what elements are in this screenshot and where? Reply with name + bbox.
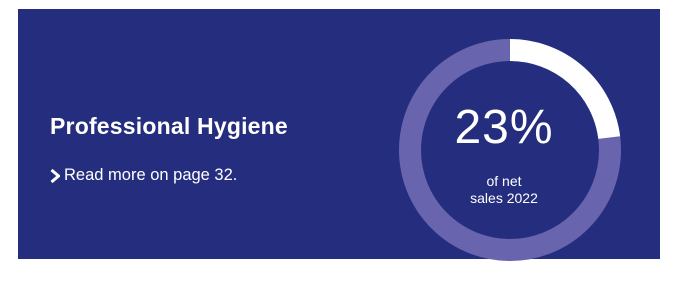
chevron-right-icon	[50, 168, 60, 183]
content-panel: Professional Hygiene Read more on page 3…	[18, 9, 660, 261]
caption-line-2: sales 2022	[470, 190, 538, 206]
section-heading: Professional Hygiene	[50, 113, 288, 139]
read-more-link[interactable]: Read more on page 32.	[50, 166, 237, 185]
read-more-label: Read more on page 32.	[64, 166, 238, 184]
percentage-value: 23%	[454, 101, 554, 154]
percentage-caption: of net sales 2022	[424, 173, 584, 207]
caption-line-1: of net	[486, 173, 522, 189]
